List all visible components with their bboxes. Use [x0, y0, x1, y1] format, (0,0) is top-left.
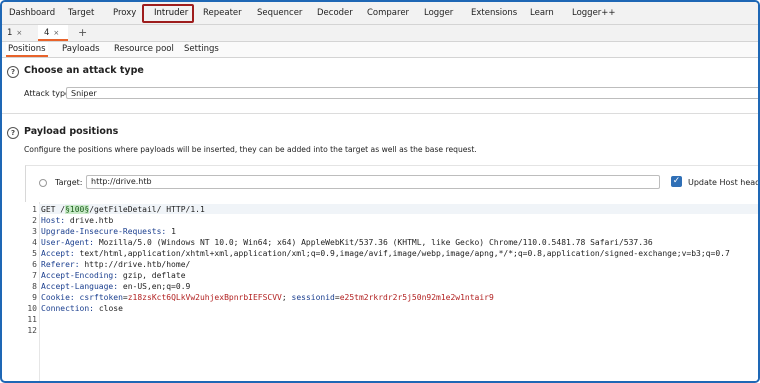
header-value: en-US,en;q=0.9 — [122, 282, 191, 291]
header-connection[interactable]: Connection: close — [41, 304, 123, 313]
tab-extensions[interactable]: Extensions — [471, 2, 517, 24]
tab-dashboard[interactable]: Dashboard — [9, 2, 55, 24]
intruder-instance-tabs: 1 × 4 × + — [2, 25, 758, 42]
header-name: Accept-Language — [41, 282, 114, 291]
tab-positions[interactable]: Positions — [6, 42, 48, 57]
header-name: Cookie — [41, 293, 70, 302]
intruder-sub-tabs: Positions Payloads Resource pool Setting… — [2, 42, 758, 58]
close-icon[interactable]: × — [16, 29, 22, 37]
tab-logger[interactable]: Logger — [424, 2, 453, 24]
line-number: 6 — [32, 260, 37, 269]
close-icon[interactable]: × — [53, 29, 59, 37]
tab-decoder[interactable]: Decoder — [317, 2, 353, 24]
target-input[interactable]: http://drive.htb — [86, 175, 660, 189]
line-number: 12 — [27, 326, 37, 335]
header-cookie[interactable]: Cookie: csrftoken=z18zsKct6QLkVw2uhjexBp… — [41, 293, 494, 302]
header-user-agent[interactable]: User-Agent: Mozilla/5.0 (Windows NT 10.0… — [41, 238, 653, 247]
line-number: 10 — [27, 304, 37, 313]
header-name: Accept — [41, 249, 70, 258]
tab-repeater[interactable]: Repeater — [203, 2, 242, 24]
header-accept[interactable]: Accept: text/html,application/xhtml+xml,… — [41, 249, 730, 258]
header-name: Upgrade-Insecure-Requests — [41, 227, 162, 236]
payload-positions-heading: Payload positions — [24, 126, 119, 137]
attack-type-heading: Choose an attack type — [24, 65, 144, 76]
tab-resource-pool[interactable]: Resource pool — [114, 42, 174, 57]
request-line-prefix: GET / — [41, 205, 66, 214]
header-value: gzip, deflate — [122, 271, 186, 280]
header-name: Accept-Encoding — [41, 271, 114, 280]
line-number: 1 — [32, 205, 37, 214]
tab-sequencer[interactable]: Sequencer — [257, 2, 302, 24]
cookie-value: z18zsKct6QLkVw2uhjexBpnrbIEFSCVV — [127, 293, 282, 302]
cookie-key: sessionid — [291, 293, 335, 302]
request-line[interactable]: GET /§100§/getFileDetail/ HTTP/1.1 — [41, 205, 205, 214]
attack-type-select[interactable]: Sniper — [66, 87, 758, 99]
help-icon[interactable]: ? — [7, 127, 19, 139]
line-number: 3 — [32, 227, 37, 236]
tab-learn[interactable]: Learn — [530, 2, 554, 24]
instance-tab-label: 1 — [7, 28, 13, 38]
line-number: 9 — [32, 293, 37, 302]
line-number: 8 — [32, 282, 37, 291]
intruder-highlight-box — [142, 4, 194, 23]
tab-logger-plus-plus[interactable]: Logger++ — [572, 2, 616, 24]
header-value: 1 — [171, 227, 176, 236]
header-host[interactable]: Host: drive.htb — [41, 216, 113, 225]
burp-window: Dashboard Target Proxy Intruder Repeater… — [0, 0, 760, 383]
header-value: Mozilla/5.0 (Windows NT 10.0; Win64; x64… — [98, 238, 653, 247]
header-referer[interactable]: Referer: http://drive.htb/home/ — [41, 260, 190, 269]
line-number: 11 — [27, 315, 37, 324]
header-name: Connection — [41, 304, 90, 313]
target-radio[interactable] — [39, 179, 47, 187]
tab-payloads[interactable]: Payloads — [62, 42, 100, 57]
tab-proxy[interactable]: Proxy — [113, 2, 136, 24]
section-divider — [2, 113, 758, 114]
header-value: http://drive.htb/home/ — [84, 260, 191, 269]
cookie-value: e25tm2rkrdr2r5j50n92m1e2w1ntair9 — [339, 293, 494, 302]
tab-settings[interactable]: Settings — [184, 42, 219, 57]
payload-positions-description: Configure the positions where payloads w… — [24, 145, 477, 154]
instance-tab-label: 4 — [44, 28, 50, 38]
header-value: close — [98, 304, 123, 313]
request-line-suffix: /getFileDetail/ HTTP/1.1 — [89, 205, 205, 214]
line-number: 5 — [32, 249, 37, 258]
cookie-key: csrftoken — [79, 293, 123, 302]
tab-target[interactable]: Target — [68, 2, 94, 24]
update-host-checkbox[interactable]: ✓ — [671, 176, 682, 187]
tab-comparer[interactable]: Comparer — [367, 2, 409, 24]
payload-marker[interactable]: §100§ — [65, 205, 90, 214]
header-upgrade-insecure[interactable]: Upgrade-Insecure-Requests: 1 — [41, 227, 176, 236]
header-accept-encoding[interactable]: Accept-Encoding: gzip, deflate — [41, 271, 186, 280]
main-tab-bar: Dashboard Target Proxy Intruder Repeater… — [2, 2, 758, 25]
header-name: Referer — [41, 260, 75, 269]
line-number: 2 — [32, 216, 37, 225]
instance-tab-4[interactable]: 4 × — [38, 25, 68, 41]
update-host-label: Update Host header t — [688, 178, 760, 187]
line-number: 4 — [32, 238, 37, 247]
add-tab-icon[interactable]: + — [78, 25, 87, 41]
header-accept-language[interactable]: Accept-Language: en-US,en;q=0.9 — [41, 282, 190, 291]
header-name: Host — [41, 216, 61, 225]
help-icon[interactable]: ? — [7, 66, 19, 78]
instance-tab-1[interactable]: 1 × — [7, 25, 33, 41]
header-value: text/html,application/xhtml+xml,applicat… — [79, 249, 730, 258]
header-value: drive.htb — [69, 216, 114, 225]
target-label: Target: — [55, 178, 83, 187]
header-name: User-Agent — [41, 238, 90, 247]
line-number: 7 — [32, 271, 37, 280]
